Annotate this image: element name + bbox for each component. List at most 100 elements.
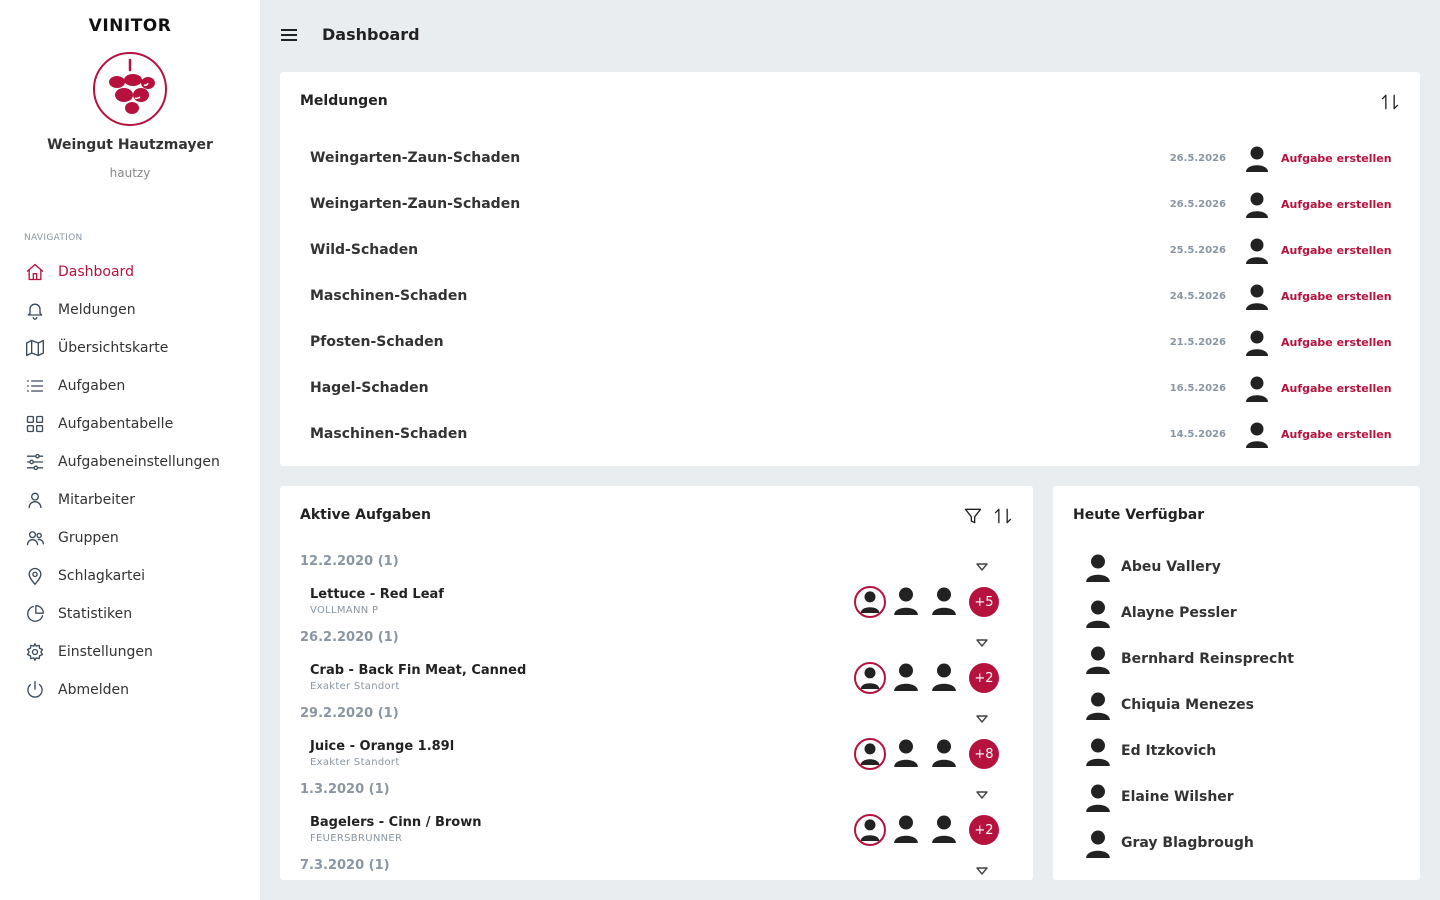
grid-icon — [24, 413, 46, 435]
meldung-title: Maschinen-Schaden — [310, 288, 468, 304]
sidebar-item-gruppen[interactable]: Gruppen — [0, 519, 260, 557]
person-icon — [1246, 422, 1268, 448]
assignee-avatar-primary[interactable] — [854, 662, 886, 694]
task-group-date: 1.3.2020 (1) — [300, 782, 390, 797]
assignee-avatar[interactable] — [932, 815, 960, 845]
meldung-row[interactable]: Pfosten-Schaden 21.5.2026 Aufgabe erstel… — [280, 320, 1420, 366]
assignee-avatar-primary[interactable] — [854, 738, 886, 770]
meldung-row[interactable]: Weingarten-Zaun-Schaden 26.5.2026 Aufgab… — [280, 136, 1420, 182]
meldung-title: Pfosten-Schaden — [310, 334, 444, 350]
collapse-toggle-icon[interactable] — [975, 710, 989, 723]
available-person-row[interactable]: Chiquia Menezes — [1053, 683, 1420, 729]
more-assignees-badge[interactable]: +2 — [969, 815, 999, 845]
person-icon — [1086, 646, 1110, 674]
assignee-avatar[interactable] — [932, 739, 960, 769]
meldung-row[interactable]: Hagel-Schaden 16.5.2026 Aufgabe erstelle… — [280, 366, 1420, 412]
meldung-row[interactable]: Wild-Schaden 25.5.2026 Aufgabe erstellen — [280, 228, 1420, 274]
sidebar-item-aufgaben[interactable]: Aufgaben — [0, 367, 260, 405]
meldung-row[interactable]: Maschinen-Schaden 14.5.2026 Aufgabe erst… — [280, 412, 1420, 458]
collapse-toggle-icon[interactable] — [975, 786, 989, 799]
task-title[interactable]: Crab - Back Fin Meat, Canned — [310, 663, 526, 678]
sidebar-item-abmelden[interactable]: Abmelden — [0, 671, 260, 709]
sidebar-item-label: Mitarbeiter — [58, 492, 136, 508]
available-person-row[interactable]: Bernhard Reinsprecht — [1053, 637, 1420, 683]
assignee-avatar[interactable] — [894, 815, 922, 845]
sidebar-item-schlagkartei[interactable]: Schlagkartei — [0, 557, 260, 595]
sort-button[interactable] — [1380, 92, 1400, 112]
person-icon — [1086, 692, 1110, 720]
task-location: Exakter Standort — [310, 681, 400, 692]
task-group-date: 12.2.2020 (1) — [300, 554, 399, 569]
card-title: Aktive Aufgaben — [300, 507, 431, 523]
person-name: Gray Blagbrough — [1121, 835, 1254, 851]
task-title[interactable]: Juice - Orange 1.89l — [310, 739, 454, 754]
sidebar-item-uebersichtskarte[interactable]: Übersichtskarte — [0, 329, 260, 367]
task-group-date: 26.2.2020 (1) — [300, 630, 399, 645]
person-icon — [1246, 284, 1268, 310]
available-person-row[interactable]: Gray Blagbrough — [1053, 821, 1420, 867]
create-task-link[interactable]: Aufgabe erstellen — [1281, 290, 1392, 303]
sidebar-item-label: Statistiken — [58, 606, 133, 622]
app-brand: VINITOR — [88, 16, 172, 36]
meldung-row[interactable]: Maschinen-Schaden 24.5.2026 Aufgabe erst… — [280, 274, 1420, 320]
meldung-title: Maschinen-Schaden — [310, 426, 468, 442]
person-icon — [1246, 192, 1268, 218]
bell-icon — [24, 299, 46, 321]
card-title: Heute Verfügbar — [1073, 507, 1205, 523]
list-icon — [24, 375, 46, 397]
create-task-link[interactable]: Aufgabe erstellen — [1281, 382, 1392, 395]
task-location: FEUERSBRUNNER — [310, 833, 403, 844]
assignee-avatar-primary[interactable] — [854, 586, 886, 618]
sidebar-item-dashboard[interactable]: Dashboard — [0, 253, 260, 291]
collapse-toggle-icon[interactable] — [975, 862, 989, 875]
menu-toggle-button[interactable] — [280, 26, 298, 44]
meldung-date: 26.5.2026 — [1169, 153, 1226, 164]
sidebar-item-einstellungen[interactable]: Einstellungen — [0, 633, 260, 671]
sidebar-item-mitarbeiter[interactable]: Mitarbeiter — [0, 481, 260, 519]
assignee-avatar[interactable] — [894, 739, 922, 769]
meldung-title: Hagel-Schaden — [310, 380, 429, 396]
create-task-link[interactable]: Aufgabe erstellen — [1281, 336, 1392, 349]
sidebar-item-aufgabentabelle[interactable]: Aufgabentabelle — [0, 405, 260, 443]
collapse-toggle-icon[interactable] — [975, 558, 989, 571]
sidebar-item-label: Dashboard — [58, 264, 134, 280]
collapse-toggle-icon[interactable] — [975, 634, 989, 647]
person-icon — [1086, 554, 1110, 582]
create-task-link[interactable]: Aufgabe erstellen — [1281, 152, 1392, 165]
meldung-row[interactable]: Weingarten-Zaun-Schaden 26.5.2026 Aufgab… — [280, 182, 1420, 228]
person-icon — [1086, 830, 1110, 858]
assignee-avatar[interactable] — [932, 663, 960, 693]
assignee-avatar[interactable] — [894, 587, 922, 617]
sidebar-item-statistiken[interactable]: Statistiken — [0, 595, 260, 633]
assignee-avatar-primary[interactable] — [854, 814, 886, 846]
available-person-row[interactable]: Elaine Wilsher — [1053, 775, 1420, 821]
task-title[interactable]: Bagelers - Cinn / Brown — [310, 815, 482, 830]
sort-button[interactable] — [993, 506, 1013, 526]
create-task-link[interactable]: Aufgabe erstellen — [1281, 244, 1392, 257]
available-person-row[interactable]: Alayne Pessler — [1053, 591, 1420, 637]
meldung-date: 26.5.2026 — [1169, 199, 1226, 210]
create-task-link[interactable]: Aufgabe erstellen — [1281, 428, 1392, 441]
sidebar-item-label: Schlagkartei — [58, 568, 146, 584]
aktive-aufgaben-card: Aktive Aufgaben 12.2.2020 (1) Lettuce - … — [280, 486, 1033, 880]
more-assignees-badge[interactable]: +5 — [969, 587, 999, 617]
filter-button[interactable] — [963, 506, 983, 526]
sidebar-item-label: Aufgabeneinstellungen — [58, 454, 220, 470]
more-assignees-badge[interactable]: +8 — [969, 739, 999, 769]
assignee-avatar[interactable] — [894, 663, 922, 693]
available-person-row[interactable]: Abeu Vallery — [1053, 545, 1420, 591]
sort-icon — [994, 508, 1012, 524]
sidebar-item-aufgabeneinstellungen[interactable]: Aufgabeneinstellungen — [0, 443, 260, 481]
available-person-row[interactable]: Ed Itzkovich — [1053, 729, 1420, 775]
person-icon — [1086, 600, 1110, 628]
meldung-title: Weingarten-Zaun-Schaden — [310, 196, 521, 212]
more-assignees-badge[interactable]: +2 — [969, 663, 999, 693]
assignee-avatar[interactable] — [932, 587, 960, 617]
person-icon — [860, 819, 880, 841]
meldung-date: 14.5.2026 — [1169, 429, 1226, 440]
sidebar-item-meldungen[interactable]: Meldungen — [0, 291, 260, 329]
task-title[interactable]: Lettuce - Red Leaf — [310, 587, 444, 602]
person-icon — [894, 587, 918, 615]
person-icon — [1246, 238, 1268, 264]
create-task-link[interactable]: Aufgabe erstellen — [1281, 198, 1392, 211]
